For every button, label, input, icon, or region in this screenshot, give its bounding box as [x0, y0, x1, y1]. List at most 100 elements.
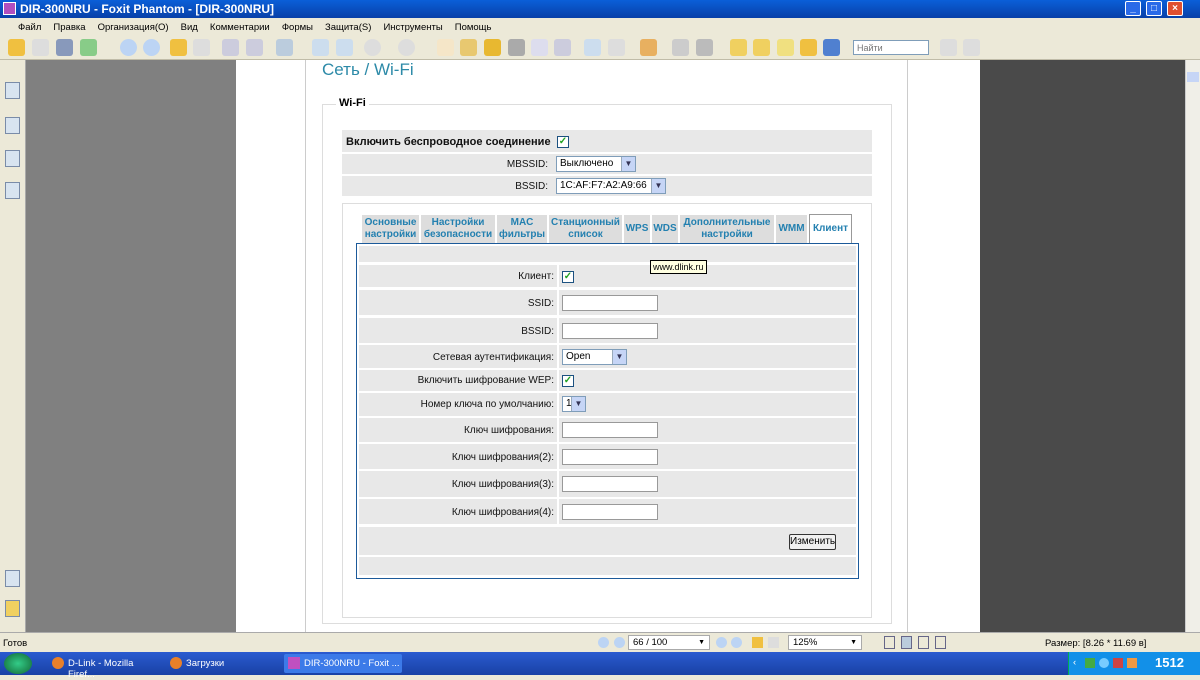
menu-comments[interactable]: Комментарии	[210, 22, 270, 33]
zoom-field[interactable]: 125% ▼	[788, 635, 862, 650]
tab-wds[interactable]: WDS	[652, 215, 678, 243]
typewriter-icon[interactable]	[531, 39, 548, 56]
zoom-icon[interactable]	[276, 39, 293, 56]
close-button[interactable]: ×	[1167, 1, 1183, 16]
zoom-in-icon[interactable]	[398, 39, 415, 56]
ssid-input[interactable]	[562, 295, 658, 311]
prev-page-icon[interactable]	[614, 637, 625, 648]
menu-view[interactable]: Вид	[181, 22, 198, 33]
network-icon[interactable]	[1085, 658, 1095, 668]
tab-advanced[interactable]: Дополнительные настройки	[680, 215, 774, 243]
arrow-icon[interactable]	[484, 39, 501, 56]
task-downloads[interactable]: Загрузки	[166, 654, 276, 673]
minimize-button[interactable]: _	[1125, 1, 1141, 16]
line-arrow-icon[interactable]	[823, 39, 840, 56]
menu-protect[interactable]: Защита(S)	[325, 22, 371, 33]
snapshot-icon[interactable]	[554, 39, 571, 56]
zoom-out-icon[interactable]	[364, 39, 381, 56]
default-key-select[interactable]: 1 ▼	[562, 396, 586, 412]
forward-icon[interactable]	[193, 39, 210, 56]
next-page-icon[interactable]	[716, 637, 727, 648]
tab-wps[interactable]: WPS	[624, 215, 650, 243]
back-icon[interactable]	[752, 637, 763, 648]
enable-wireless-checkbox[interactable]: ✓	[557, 136, 569, 148]
fit-width-icon[interactable]	[336, 39, 353, 56]
sign-icon[interactable]	[753, 39, 770, 56]
client-panel: Клиент: ✓ SSID: BSSID: Сетевая аутентифи…	[356, 243, 859, 579]
tab-basic[interactable]: Основные настройки	[362, 215, 419, 243]
first-page-icon[interactable]	[598, 637, 609, 648]
find-next-icon[interactable]	[963, 39, 980, 56]
menu-help[interactable]: Помощь	[455, 22, 492, 33]
facing-icon[interactable]	[918, 636, 929, 649]
menu-organize[interactable]: Организация(O)	[98, 22, 169, 33]
open-icon[interactable]	[8, 39, 25, 56]
search-input[interactable]	[853, 40, 929, 55]
auth-select[interactable]: Open ▼	[562, 349, 627, 365]
mbssid-select[interactable]: Выключено ▼	[556, 156, 636, 172]
user-icon[interactable]	[640, 39, 657, 56]
next-page-icon[interactable]	[143, 39, 160, 56]
start-button[interactable]	[4, 653, 32, 674]
save-icon[interactable]	[32, 39, 49, 56]
task-firefox[interactable]: D-Link - Mozilla Firef...	[48, 654, 160, 680]
task-foxit[interactable]: DIR-300NRU - Foxit ...	[284, 654, 402, 673]
note-icon[interactable]	[730, 39, 747, 56]
key1-input[interactable]	[562, 422, 658, 438]
key4-input[interactable]	[562, 504, 658, 520]
textbox-icon[interactable]	[777, 39, 794, 56]
annotations-icon[interactable]	[5, 150, 20, 167]
tray-app2-icon[interactable]	[1113, 658, 1123, 668]
comment-icon[interactable]	[800, 39, 817, 56]
fit-page-icon[interactable]	[312, 39, 329, 56]
menu-edit[interactable]: Правка	[53, 22, 85, 33]
scroll-thumb[interactable]	[1187, 72, 1199, 82]
page-number-field[interactable]: 66 / 100 ▼	[628, 635, 710, 650]
print-icon[interactable]	[56, 39, 73, 56]
tab-wmm[interactable]: WMM	[776, 215, 807, 243]
tray-app3-icon[interactable]	[1127, 658, 1137, 668]
comments-icon[interactable]	[5, 570, 20, 587]
client-checkbox[interactable]: ✓	[562, 271, 574, 283]
edit-icon[interactable]	[608, 39, 625, 56]
page-layout2-icon[interactable]	[246, 39, 263, 56]
bssid-select[interactable]: 1C:AF:F7:A2:A9:66 ▼	[556, 178, 666, 194]
vertical-scrollbar[interactable]	[1185, 60, 1200, 632]
document-background	[980, 60, 1185, 632]
client-bssid-input[interactable]	[562, 323, 658, 339]
lock-icon[interactable]	[696, 39, 713, 56]
maximize-button[interactable]: □	[1146, 1, 1162, 16]
key2-input[interactable]	[562, 449, 658, 465]
tab-mac-filter[interactable]: MAC фильтры	[497, 215, 547, 243]
back-icon[interactable]	[170, 39, 187, 56]
change-button[interactable]: Изменить	[789, 534, 836, 550]
select-text-icon[interactable]	[460, 39, 477, 56]
wep-checkbox[interactable]: ✓	[562, 375, 574, 387]
tab-security[interactable]: Настройки безопасности	[421, 215, 495, 243]
layers-icon[interactable]	[5, 182, 20, 199]
page-layout-icon[interactable]	[222, 39, 239, 56]
find-prev-icon[interactable]	[940, 39, 957, 56]
tab-station-list[interactable]: Станционный список	[549, 215, 622, 243]
continuous-facing-icon[interactable]	[935, 636, 946, 649]
tray-app-icon[interactable]	[1099, 658, 1109, 668]
prev-page-icon[interactable]	[120, 39, 137, 56]
forward-icon[interactable]	[768, 637, 779, 648]
single-page-icon[interactable]	[884, 636, 895, 649]
form-icon[interactable]	[584, 39, 601, 56]
menu-tools[interactable]: Инструменты	[383, 22, 442, 33]
bookmarks-icon[interactable]	[5, 117, 20, 134]
tray-expand-icon[interactable]: ‹	[1073, 657, 1076, 668]
tab-client[interactable]: Клиент	[809, 214, 852, 244]
continuous-icon[interactable]	[901, 636, 912, 649]
key3-input[interactable]	[562, 476, 658, 492]
last-page-icon[interactable]	[731, 637, 742, 648]
hand-icon[interactable]	[437, 39, 454, 56]
email-icon[interactable]	[80, 39, 97, 56]
menu-forms[interactable]: Формы	[282, 22, 313, 33]
binoculars-icon[interactable]	[508, 39, 525, 56]
security-icon[interactable]	[672, 39, 689, 56]
attachments-icon[interactable]	[5, 600, 20, 617]
pages-icon[interactable]	[5, 82, 20, 99]
menu-file[interactable]: Файл	[18, 22, 41, 33]
